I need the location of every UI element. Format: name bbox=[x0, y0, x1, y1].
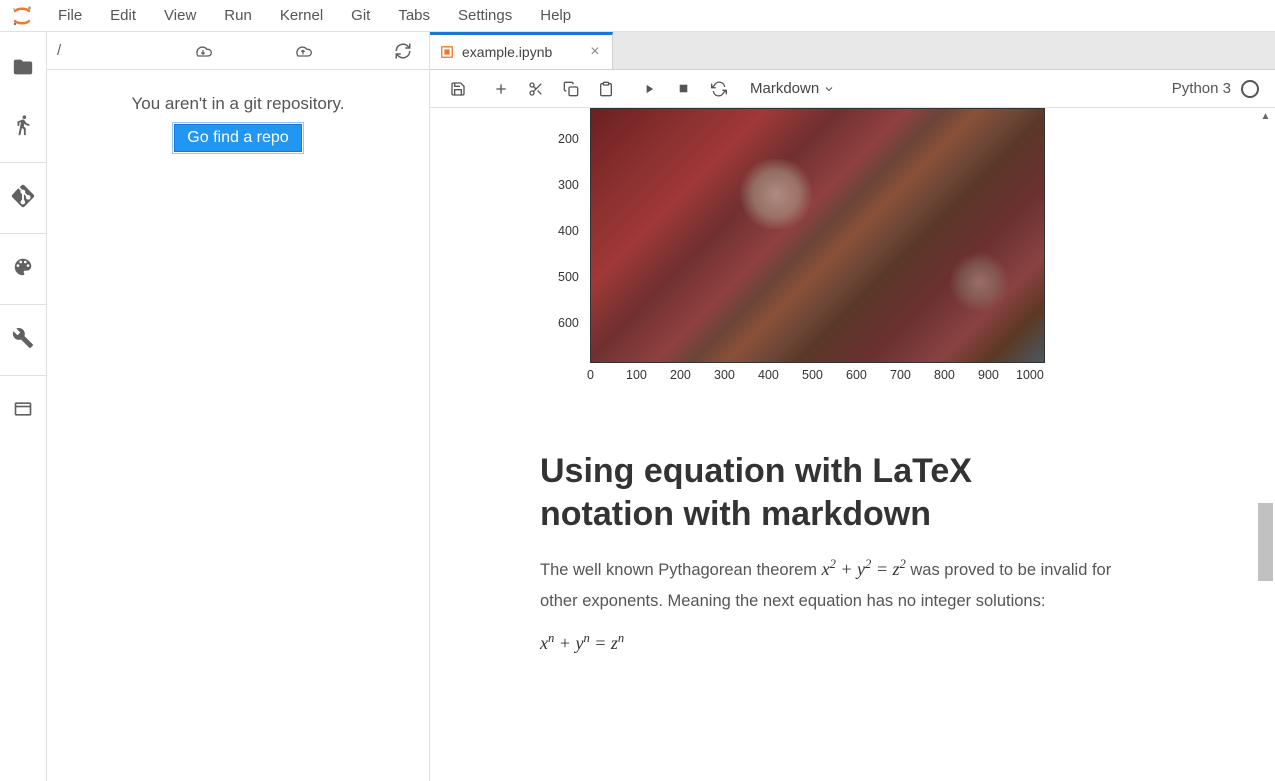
scrollbar-thumb[interactable] bbox=[1258, 503, 1273, 581]
menu-kernel[interactable]: Kernel bbox=[266, 3, 337, 28]
stop-icon[interactable] bbox=[666, 73, 701, 105]
y-tick: 200 bbox=[558, 132, 579, 146]
chevron-down-icon bbox=[823, 83, 835, 95]
tab-theme-icon[interactable] bbox=[0, 244, 46, 290]
close-icon[interactable]: × bbox=[560, 43, 599, 61]
y-tick: 500 bbox=[558, 270, 579, 284]
main-area: example.ipynb × Markdown Python 3 bbox=[430, 32, 1275, 781]
x-tick: 800 bbox=[934, 368, 955, 382]
tab-label: example.ipynb bbox=[462, 44, 552, 60]
jupyter-logo bbox=[8, 2, 36, 30]
notebook-toolbar: Markdown Python 3 bbox=[430, 70, 1275, 108]
save-icon[interactable] bbox=[440, 73, 475, 105]
menu-edit[interactable]: Edit bbox=[96, 3, 150, 28]
satellite-plot: 200 300 400 500 600 0 100 200 300 400 50… bbox=[540, 108, 1060, 398]
x-tick: 700 bbox=[890, 368, 911, 382]
y-tick: 400 bbox=[558, 224, 579, 238]
x-tick: 1000 bbox=[1016, 368, 1044, 382]
tab-running-icon[interactable] bbox=[0, 102, 46, 148]
menu-file[interactable]: File bbox=[44, 3, 96, 28]
cloud-pull-icon[interactable] bbox=[183, 35, 223, 67]
git-empty-state: You aren't in a git repository. Go find … bbox=[47, 70, 429, 152]
inline-equation: x2 + y2 = z2 bbox=[822, 559, 906, 579]
notebook-scroll[interactable]: ▲ 200 300 400 500 600 0 100 200 300 400 … bbox=[430, 108, 1275, 781]
y-tick: 600 bbox=[558, 316, 579, 330]
x-tick: 300 bbox=[714, 368, 735, 382]
x-tick: 600 bbox=[846, 368, 867, 382]
side-panel: / You aren't in a git repository. Go fin… bbox=[47, 32, 430, 781]
cell-type-selector[interactable]: Markdown bbox=[744, 80, 841, 97]
menu-run[interactable]: Run bbox=[210, 3, 266, 28]
menu-git[interactable]: Git bbox=[337, 3, 384, 28]
breadcrumb[interactable]: / bbox=[53, 42, 61, 59]
y-tick: 300 bbox=[558, 178, 579, 192]
kernel-name[interactable]: Python 3 bbox=[1172, 80, 1241, 97]
cut-icon[interactable] bbox=[518, 73, 553, 105]
cloud-push-icon[interactable] bbox=[283, 35, 323, 67]
notebook-icon bbox=[440, 45, 454, 59]
restart-icon[interactable] bbox=[701, 73, 736, 105]
run-icon[interactable] bbox=[631, 73, 666, 105]
x-tick: 400 bbox=[758, 368, 779, 382]
refresh-icon[interactable] bbox=[383, 35, 423, 67]
menu-tabs[interactable]: Tabs bbox=[384, 3, 444, 28]
display-equation: xn + yn = zn bbox=[540, 631, 1275, 654]
find-repo-button[interactable]: Go find a repo bbox=[174, 124, 301, 152]
x-tick: 500 bbox=[802, 368, 823, 382]
tab-git-icon[interactable] bbox=[0, 173, 46, 219]
activity-bar bbox=[0, 32, 47, 781]
add-cell-icon[interactable] bbox=[483, 73, 518, 105]
tab-build-icon[interactable] bbox=[0, 315, 46, 361]
x-tick: 100 bbox=[626, 368, 647, 382]
tab-tabs-icon[interactable] bbox=[0, 386, 46, 432]
markdown-heading: Using equation with LaTeX notation with … bbox=[540, 450, 1100, 535]
paste-icon[interactable] bbox=[588, 73, 623, 105]
tab-example-ipynb[interactable]: example.ipynb × bbox=[430, 32, 613, 69]
menu-help[interactable]: Help bbox=[526, 3, 585, 28]
git-empty-message: You aren't in a git repository. bbox=[67, 94, 409, 114]
tab-bar: example.ipynb × bbox=[430, 32, 1275, 70]
x-tick: 0 bbox=[587, 368, 594, 382]
git-panel-header: / bbox=[47, 32, 429, 70]
x-tick: 200 bbox=[670, 368, 691, 382]
x-tick: 900 bbox=[978, 368, 999, 382]
markdown-paragraph: The well known Pythagorean theorem x2 + … bbox=[540, 553, 1140, 617]
menu-settings[interactable]: Settings bbox=[444, 3, 526, 28]
menu-bar: File Edit View Run Kernel Git Tabs Setti… bbox=[0, 0, 1275, 32]
copy-icon[interactable] bbox=[553, 73, 588, 105]
scroll-up-icon[interactable]: ▲ bbox=[1258, 108, 1273, 124]
tab-files-icon[interactable] bbox=[0, 44, 46, 90]
kernel-status-icon[interactable] bbox=[1241, 80, 1259, 98]
menu-view[interactable]: View bbox=[150, 3, 210, 28]
